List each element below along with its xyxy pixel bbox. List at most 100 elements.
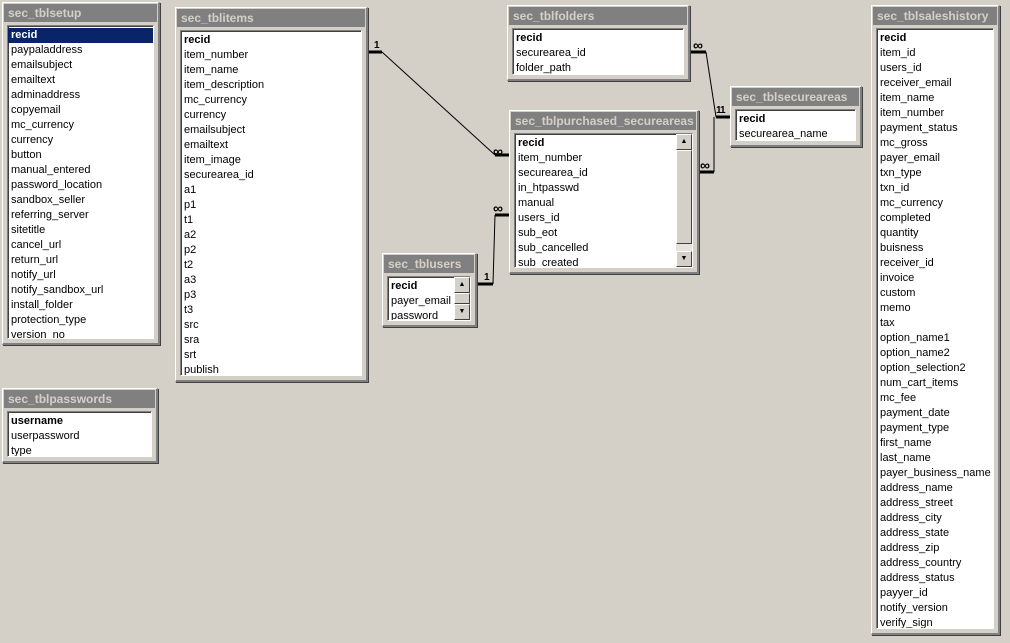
field-t2[interactable]: t2 (184, 258, 361, 273)
table-saleshistory[interactable]: sec_tblsaleshistory recid item_id users_id… (871, 5, 1000, 635)
field-recid[interactable]: recid (518, 136, 692, 151)
field-type[interactable]: type (11, 444, 151, 456)
field-mc-currency[interactable]: mc_currency (11, 118, 153, 133)
field-paypaladdress[interactable]: paypaladdress (11, 43, 153, 58)
field-recid[interactable]: recid (8, 28, 153, 43)
field-recid[interactable]: recid (739, 112, 855, 127)
field-list[interactable]: recid securearea_id folder_path (512, 28, 684, 75)
field-memo[interactable]: memo (880, 301, 993, 316)
field-button[interactable]: button (11, 148, 153, 163)
table-title[interactable]: sec_tblsaleshistory (873, 7, 997, 25)
table-secureareas[interactable]: sec_tblsecureareas recid securearea_name (730, 86, 862, 147)
field-password-location[interactable]: password_location (11, 178, 153, 193)
field-item-description[interactable]: item_description (184, 78, 361, 93)
field-txn-id[interactable]: txn_id (880, 181, 993, 196)
field-notify-sandbox-url[interactable]: notify_sandbox_url (11, 283, 153, 298)
field-verify-sign[interactable]: verify_sign (880, 616, 993, 628)
table-title[interactable]: sec_tblpasswords (4, 390, 155, 408)
field-p1[interactable]: p1 (184, 198, 361, 213)
table-setup[interactable]: sec_tblsetup recid paypaladdress emailsubj… (2, 2, 160, 345)
field-t1[interactable]: t1 (184, 213, 361, 228)
field-username[interactable]: username (11, 414, 151, 429)
field-sub-created[interactable]: sub_created (518, 256, 692, 267)
field-users-id[interactable]: users_id (880, 61, 993, 76)
field-list[interactable]: recid item_number item_name item_descriptio… (180, 30, 362, 376)
field-referring-server[interactable]: referring_server (11, 208, 153, 223)
field-sitetitle[interactable]: sitetitle (11, 223, 153, 238)
field-list[interactable]: recid item_id users_id receiver_email item_n… (876, 28, 994, 629)
table-title[interactable]: sec_tblsetup (4, 4, 157, 22)
field-buisness[interactable]: buisness (880, 241, 993, 256)
table-title[interactable]: sec_tblfolders (509, 7, 687, 25)
field-quantity[interactable]: quantity (880, 226, 993, 241)
scroll-down-arrow-icon[interactable]: ▼ (454, 304, 470, 320)
field-a3[interactable]: a3 (184, 273, 361, 288)
field-t3[interactable]: t3 (184, 303, 361, 318)
field-emailtext[interactable]: emailtext (184, 138, 361, 153)
field-num-cart-items[interactable]: num_cart_items (880, 376, 993, 391)
field-protection-type[interactable]: protection_type (11, 313, 153, 328)
field-item-name[interactable]: item_name (880, 91, 993, 106)
field-receiver-id[interactable]: receiver_id (880, 256, 993, 271)
vertical-scrollbar[interactable]: ▲ ▼ (454, 277, 470, 320)
field-mc-gross[interactable]: mc_gross (880, 136, 993, 151)
field-address-country[interactable]: address_country (880, 556, 993, 571)
field-address-status[interactable]: address_status (880, 571, 993, 586)
field-list[interactable]: recid item_number securearea_id in_htpasswd… (514, 133, 693, 268)
field-cancel-url[interactable]: cancel_url (11, 238, 153, 253)
field-address-state[interactable]: address_state (880, 526, 993, 541)
scroll-up-arrow-icon[interactable]: ▲ (454, 277, 470, 293)
table-title[interactable]: sec_tblpurchased_secureareas (511, 112, 696, 130)
field-securearea-id[interactable]: securearea_id (518, 166, 692, 181)
field-mc-currency[interactable]: mc_currency (880, 196, 993, 211)
field-completed[interactable]: completed (880, 211, 993, 226)
scroll-thumb[interactable] (454, 293, 470, 304)
field-payer-business-name[interactable]: payer_business_name (880, 466, 993, 481)
field-payment-date[interactable]: payment_date (880, 406, 993, 421)
field-userpassword[interactable]: userpassword (11, 429, 151, 444)
field-option-name1[interactable]: option_name1 (880, 331, 993, 346)
field-return-url[interactable]: return_url (11, 253, 153, 268)
field-folder-path[interactable]: folder_path (516, 61, 683, 74)
field-src[interactable]: src (184, 318, 361, 333)
table-folders[interactable]: sec_tblfolders recid securearea_id folder_… (507, 5, 690, 81)
field-srt[interactable]: srt (184, 348, 361, 363)
field-list[interactable]: recid payer_email password ▲ ▼ (387, 276, 471, 321)
field-item-number[interactable]: item_number (880, 106, 993, 121)
scroll-down-arrow-icon[interactable]: ▼ (676, 251, 692, 267)
field-address-city[interactable]: address_city (880, 511, 993, 526)
field-securearea-name[interactable]: securearea_name (739, 127, 855, 140)
field-version-no[interactable]: version_no (11, 328, 153, 338)
field-address-name[interactable]: address_name (880, 481, 993, 496)
field-item-number[interactable]: item_number (518, 151, 692, 166)
field-securearea-id[interactable]: securearea_id (516, 46, 683, 61)
field-list[interactable]: username userpassword type (7, 411, 152, 457)
field-adminaddress[interactable]: adminaddress (11, 88, 153, 103)
field-mc-fee[interactable]: mc_fee (880, 391, 993, 406)
scroll-thumb[interactable] (676, 150, 692, 244)
field-txn-type[interactable]: txn_type (880, 166, 993, 181)
field-option-selection2[interactable]: option_selection2 (880, 361, 993, 376)
field-sub-cancelled[interactable]: sub_cancelled (518, 241, 692, 256)
field-item-name[interactable]: item_name (184, 63, 361, 78)
field-emailsubject[interactable]: emailsubject (11, 58, 153, 73)
field-recid[interactable]: recid (516, 31, 683, 46)
field-invoice[interactable]: invoice (880, 271, 993, 286)
field-currency[interactable]: currency (11, 133, 153, 148)
field-notify-url[interactable]: notify_url (11, 268, 153, 283)
field-address-street[interactable]: address_street (880, 496, 993, 511)
field-address-zip[interactable]: address_zip (880, 541, 993, 556)
field-users-id[interactable]: users_id (518, 211, 692, 226)
field-p3[interactable]: p3 (184, 288, 361, 303)
field-recid[interactable]: recid (184, 33, 361, 48)
field-item-image[interactable]: item_image (184, 153, 361, 168)
field-sub-eot[interactable]: sub_eot (518, 226, 692, 241)
field-a1[interactable]: a1 (184, 183, 361, 198)
field-item-id[interactable]: item_id (880, 46, 993, 61)
field-emailtext[interactable]: emailtext (11, 73, 153, 88)
field-payer-email[interactable]: payer_email (880, 151, 993, 166)
field-p2[interactable]: p2 (184, 243, 361, 258)
field-item-number[interactable]: item_number (184, 48, 361, 63)
field-custom[interactable]: custom (880, 286, 993, 301)
field-manual[interactable]: manual (518, 196, 692, 211)
